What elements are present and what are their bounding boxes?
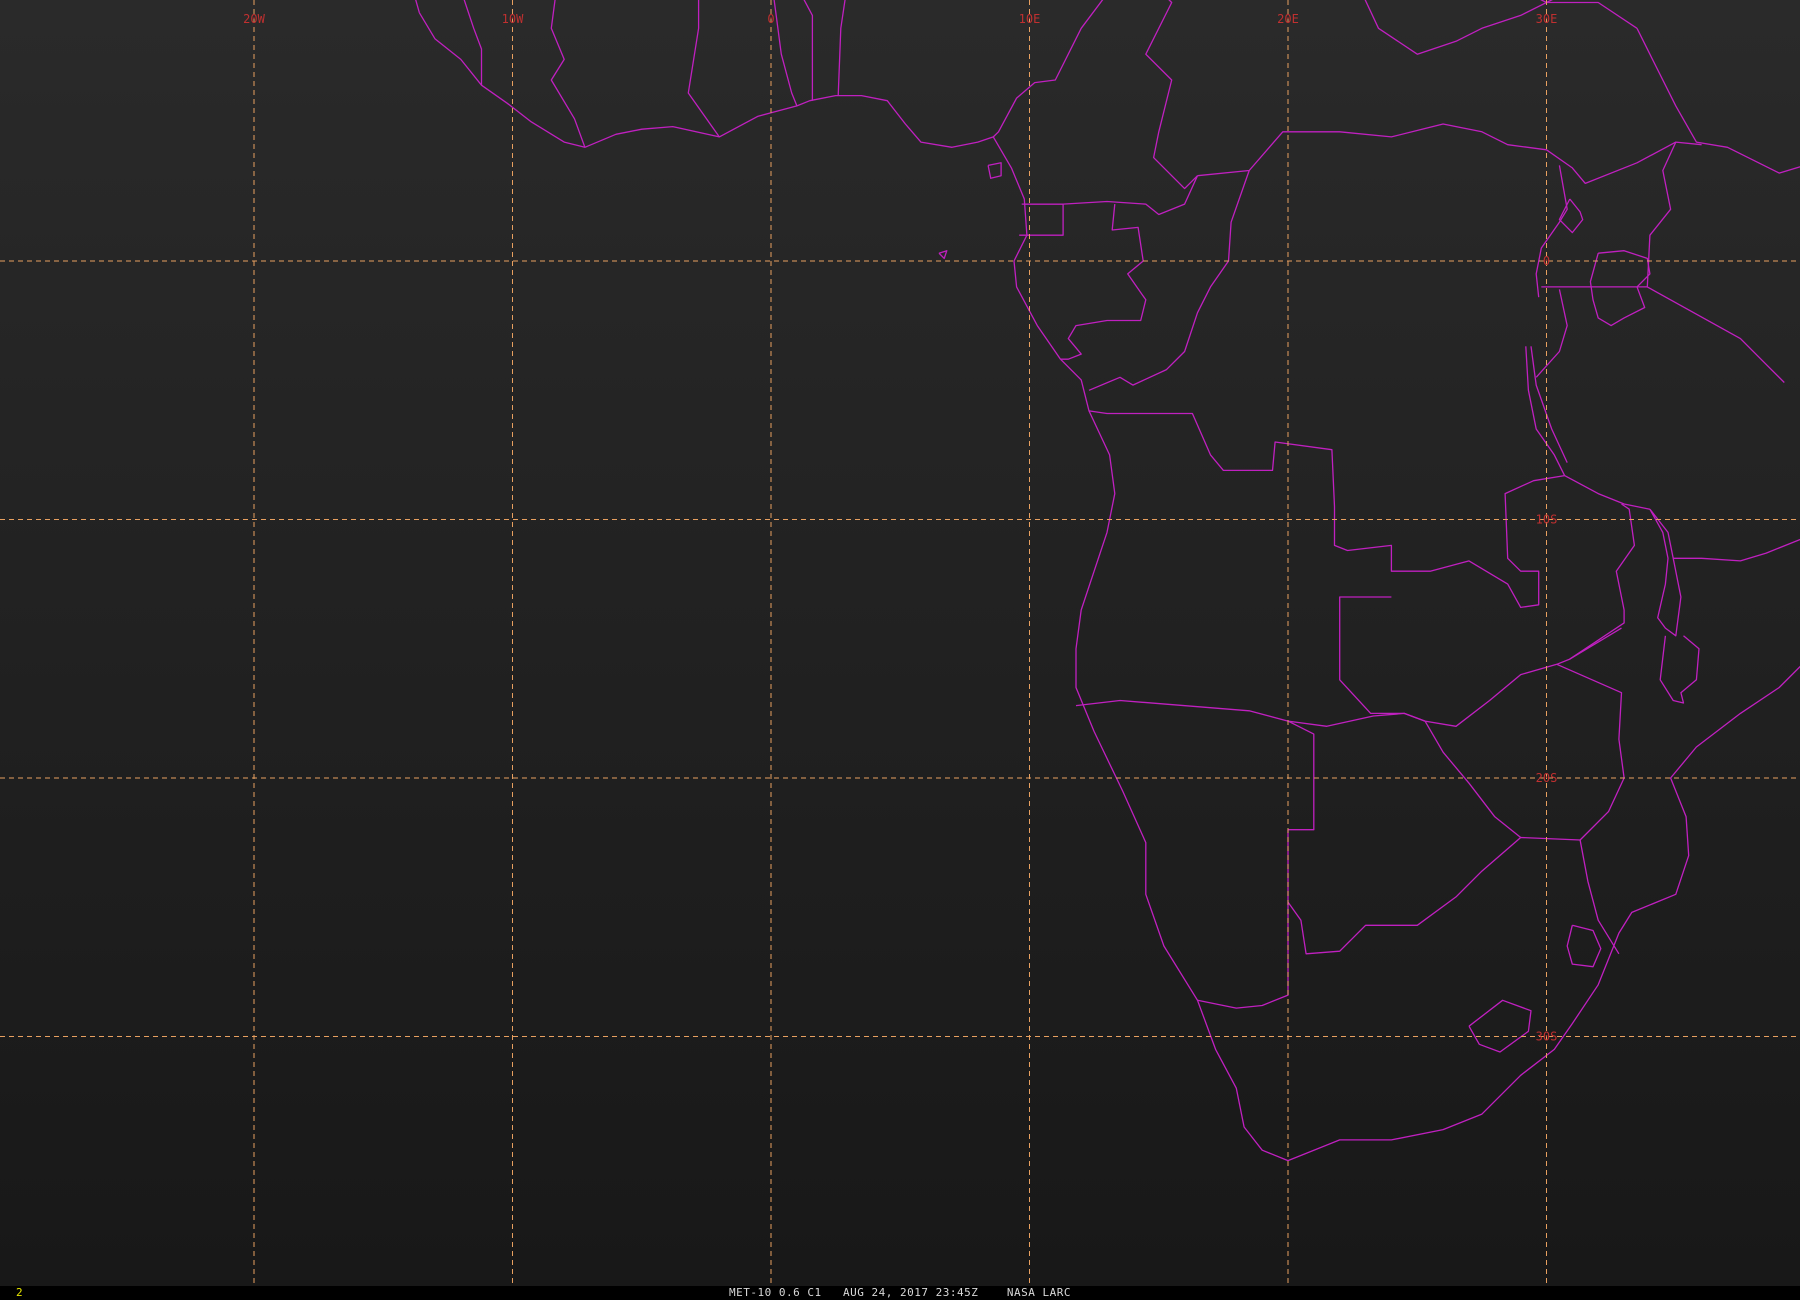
parallel-label-0: 0 bbox=[1543, 254, 1550, 268]
image-caption: MET-10 0.6 C1 AUG 24, 2017 23:45Z NASA L… bbox=[0, 1286, 1800, 1300]
satellite-name: MET-10 bbox=[729, 1286, 772, 1299]
meridian-label-20e: 20E bbox=[1277, 12, 1299, 26]
parallel-label-10s: 10S bbox=[1536, 513, 1558, 527]
meridian-label-30e: 30E bbox=[1536, 12, 1558, 26]
satellite-map: 20W 10W 0 10E 20E 30E 0 10S 20S 30S bbox=[0, 0, 1800, 1286]
meridian-label-10w: 10W bbox=[502, 12, 524, 26]
satellite-image-viewer[interactable]: 20W 10W 0 10E 20E 30E 0 10S 20S 30S 2 MET-10 0.6 … bbox=[0, 0, 1800, 1300]
channel-label: 0.6 C1 bbox=[778, 1286, 822, 1299]
meridian-label-20w: 20W bbox=[243, 12, 265, 26]
meridian-label-10e: 10E bbox=[1019, 12, 1041, 26]
image-credit: NASA LARC bbox=[1006, 1286, 1071, 1299]
meridian-label-0: 0 bbox=[767, 12, 774, 26]
parallel-label-20s: 20S bbox=[1536, 771, 1558, 785]
parallel-label-30s: 30S bbox=[1536, 1030, 1558, 1044]
image-background bbox=[0, 0, 1800, 1286]
image-datetime: AUG 24, 2017 23:45Z bbox=[843, 1286, 979, 1299]
